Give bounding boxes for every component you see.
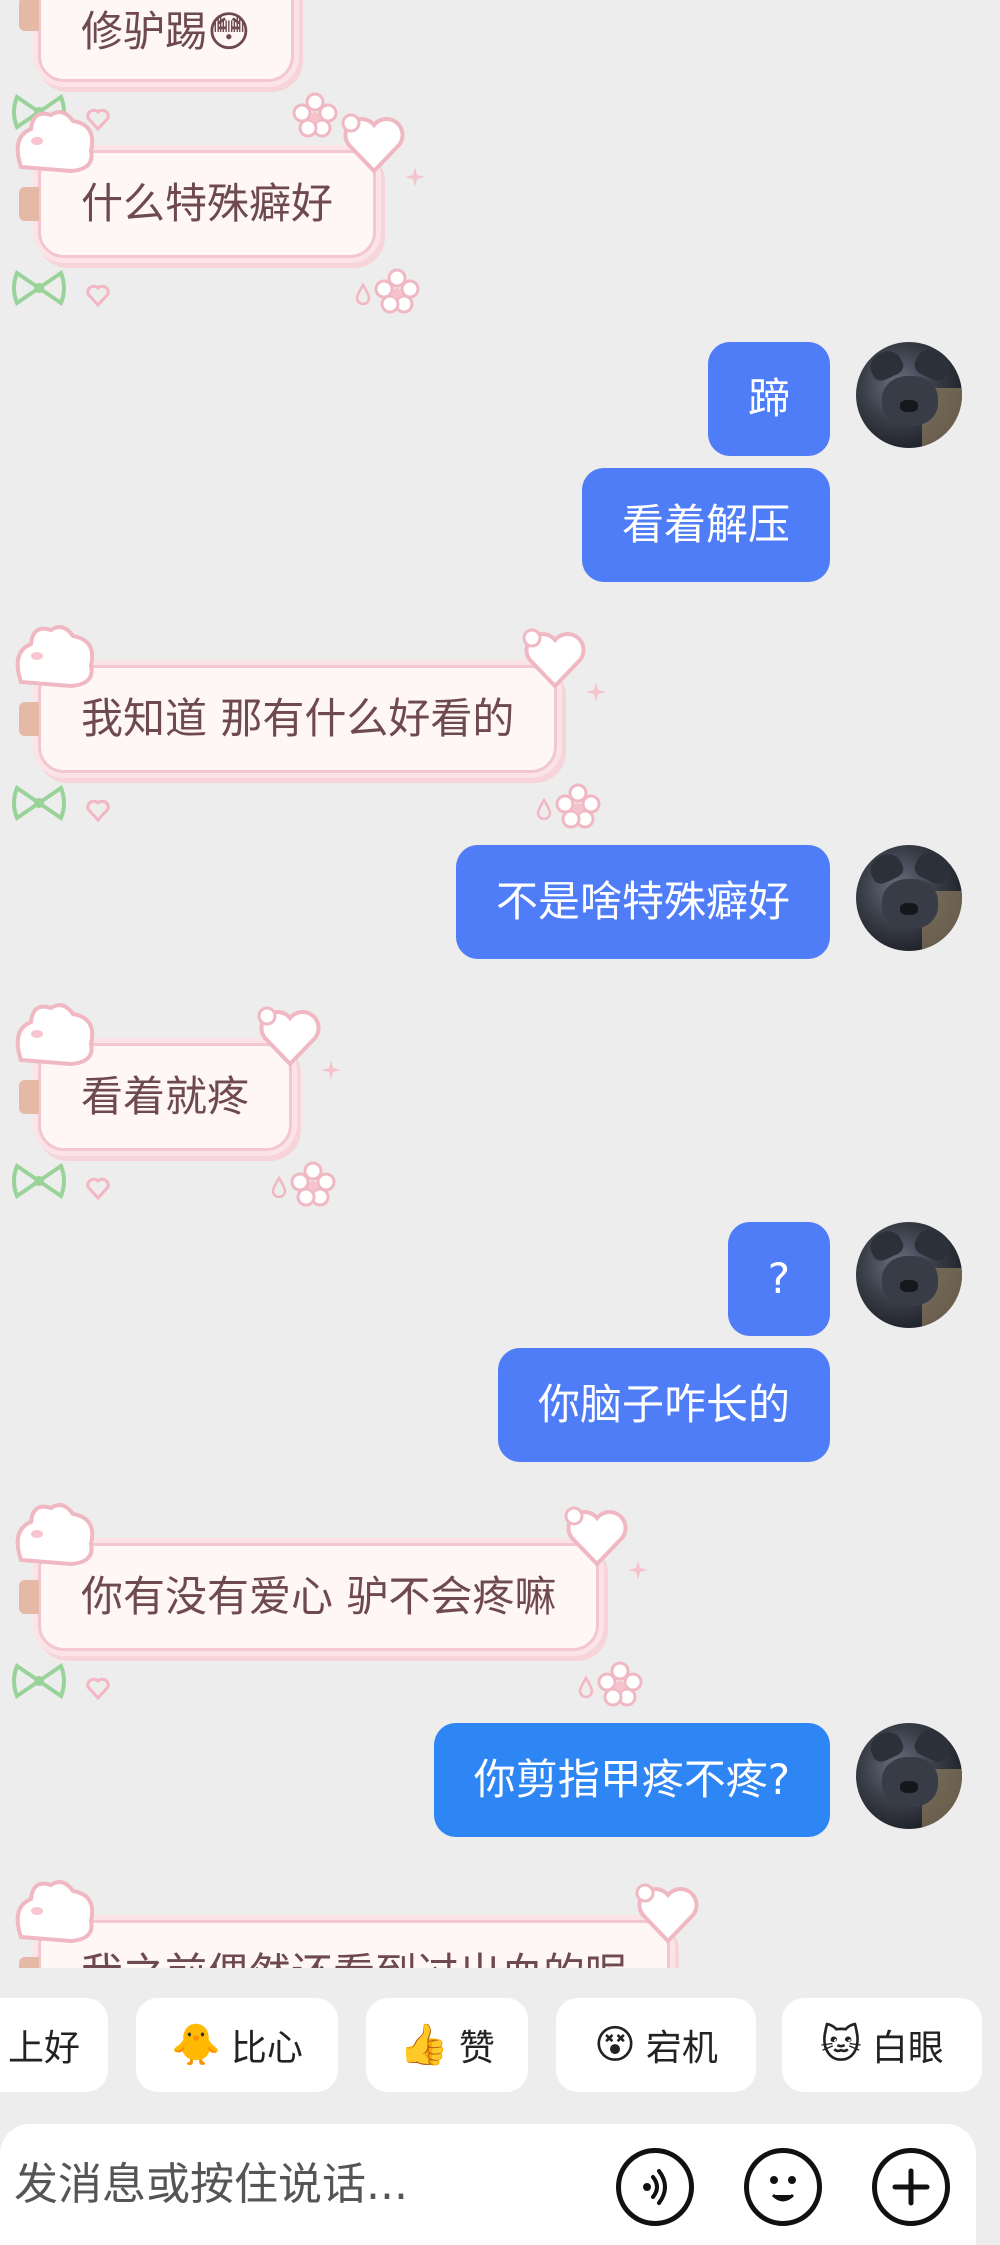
message-text: ? [767, 1254, 790, 1303]
flower-decoration-icon [290, 1161, 336, 1207]
avatar[interactable] [856, 1723, 962, 1829]
drop-decoration-icon [355, 283, 371, 305]
bow-decoration-icon [12, 784, 66, 822]
outgoing-bubble[interactable]: 看着解压 [581, 468, 830, 582]
outgoing-bubble[interactable]: 蹄 [707, 342, 830, 456]
bubble-tail [19, 1957, 39, 1968]
heart-decoration-icon [257, 1006, 321, 1067]
incoming-bubble[interactable]: 你有没有爱心 驴不会疼嘛 [12, 1503, 649, 1707]
drop-decoration-icon [537, 798, 552, 820]
sparkle-icon [628, 1560, 649, 1580]
incoming-bubble[interactable]: 看着就疼 [12, 1003, 342, 1207]
flower-decoration-icon [374, 268, 420, 314]
quick-reply-chip[interactable]: 上好 [0, 1998, 108, 2092]
message-text: 看着就疼 [81, 1072, 250, 1121]
bow-decoration-icon [12, 1162, 66, 1200]
quick-reply-chip[interactable]: 🐱 白眼 [782, 1998, 982, 2092]
sparkle-icon [586, 682, 607, 702]
cat-eye-roll-icon: 🐱 [820, 2022, 862, 2068]
avatar[interactable] [856, 845, 962, 951]
bubble-tail [19, 1580, 39, 1614]
message-text: 我知道 那有什么好看的 [81, 694, 515, 743]
duck-heart-icon: 🐥 [171, 2022, 221, 2068]
sparkle-icon [405, 167, 426, 187]
quick-reply-bar: 上好 🐥 比心 👍 赞 😵 宕机 🐱 白眼 [0, 1998, 1000, 2094]
bubble-tail [19, 0, 39, 31]
flower-decoration-icon [597, 1661, 643, 1707]
message-text: 蹄 [747, 374, 790, 423]
incoming-bubble[interactable]: 我知道 那有什么好看的 [12, 625, 607, 829]
bunny-decoration-icon [15, 1880, 95, 1944]
bunny-decoration-icon [15, 110, 95, 174]
heart-decoration-icon [86, 799, 110, 822]
heart-decoration-icon [86, 284, 110, 307]
sparkle-icon [321, 1060, 342, 1080]
drop-decoration-icon [271, 1176, 287, 1198]
heart-decoration-icon [341, 113, 405, 174]
bunny-decoration-icon [15, 625, 95, 689]
message-text: 你有没有爱心 驴不会疼嘛 [81, 1572, 557, 1621]
flower-decoration-icon [555, 783, 601, 829]
input-bar [0, 2124, 976, 2245]
chat-area[interactable]: 修驴踢😳 什么特殊癖好 蹄 看着解压 我知道 那有什么好看的 不是啥特殊癖好 看… [0, 0, 1000, 1968]
heart-decoration-icon [86, 1177, 110, 1200]
heart-decoration-icon [635, 1883, 699, 1944]
avatar[interactable] [856, 1222, 962, 1328]
message-text: 我之前偶然还看到过出血的呢 [81, 1949, 627, 1969]
quick-reply-chip[interactable]: 👍 赞 [366, 1998, 528, 2092]
outgoing-bubble[interactable]: 不是啥特殊癖好 [455, 845, 830, 959]
dizzy-face-icon: 😵 [594, 2022, 636, 2068]
quick-reply-label: 比心 [230, 2028, 303, 2069]
incoming-bubble[interactable]: 修驴踢😳 [12, 0, 338, 138]
plus-icon [892, 2168, 930, 2206]
emoji-icon [770, 2176, 796, 2202]
heart-decoration-icon [522, 628, 586, 689]
quick-reply-chip[interactable]: 🐥 比心 [136, 1998, 338, 2092]
bubble-tail [19, 702, 39, 736]
bunny-decoration-icon [15, 1503, 95, 1567]
bubble-tail [19, 187, 39, 221]
drop-decoration-icon [579, 1676, 594, 1698]
avatar[interactable] [856, 342, 962, 448]
bow-decoration-icon [12, 1662, 66, 1700]
message-input[interactable] [12, 2148, 596, 2220]
quick-reply-label: 白眼 [871, 2028, 944, 2069]
quick-reply-label: 宕机 [645, 2028, 718, 2069]
bubble-tail [19, 1080, 39, 1114]
incoming-bubble[interactable]: 我之前偶然还看到过出血的呢 [15, 1880, 699, 1969]
quick-reply-label: 上好 [7, 2028, 80, 2069]
outgoing-bubble[interactable]: 你剪指甲疼不疼? [433, 1723, 830, 1837]
message-text: 修驴踢😳 [81, 7, 251, 56]
message-text: 不是啥特殊癖好 [495, 877, 790, 926]
message-text: 你剪指甲疼不疼? [473, 1755, 790, 1804]
outgoing-bubble[interactable]: 你脑子咋长的 [497, 1348, 830, 1462]
bow-decoration-icon [12, 269, 66, 307]
add-button[interactable] [872, 2148, 950, 2226]
thumbs-up-icon: 👍 [399, 2022, 449, 2068]
incoming-bubble[interactable]: 什么特殊癖好 [12, 110, 426, 314]
quick-reply-chip[interactable]: 😵 宕机 [556, 1998, 756, 2092]
message-text: 你脑子咋长的 [537, 1380, 790, 1429]
voice-button[interactable] [616, 2148, 694, 2226]
heart-decoration-icon [564, 1506, 628, 1567]
bunny-decoration-icon [15, 1003, 95, 1067]
message-text: 什么特殊癖好 [81, 179, 334, 228]
quick-reply-label: 赞 [458, 2028, 495, 2069]
message-text: 看着解压 [621, 500, 790, 549]
heart-decoration-icon [86, 1677, 110, 1700]
emoji-button[interactable] [744, 2148, 822, 2226]
outgoing-bubble[interactable]: ? [727, 1222, 830, 1336]
voice-icon [643, 2169, 667, 2205]
flower-decoration-icon [292, 92, 338, 138]
